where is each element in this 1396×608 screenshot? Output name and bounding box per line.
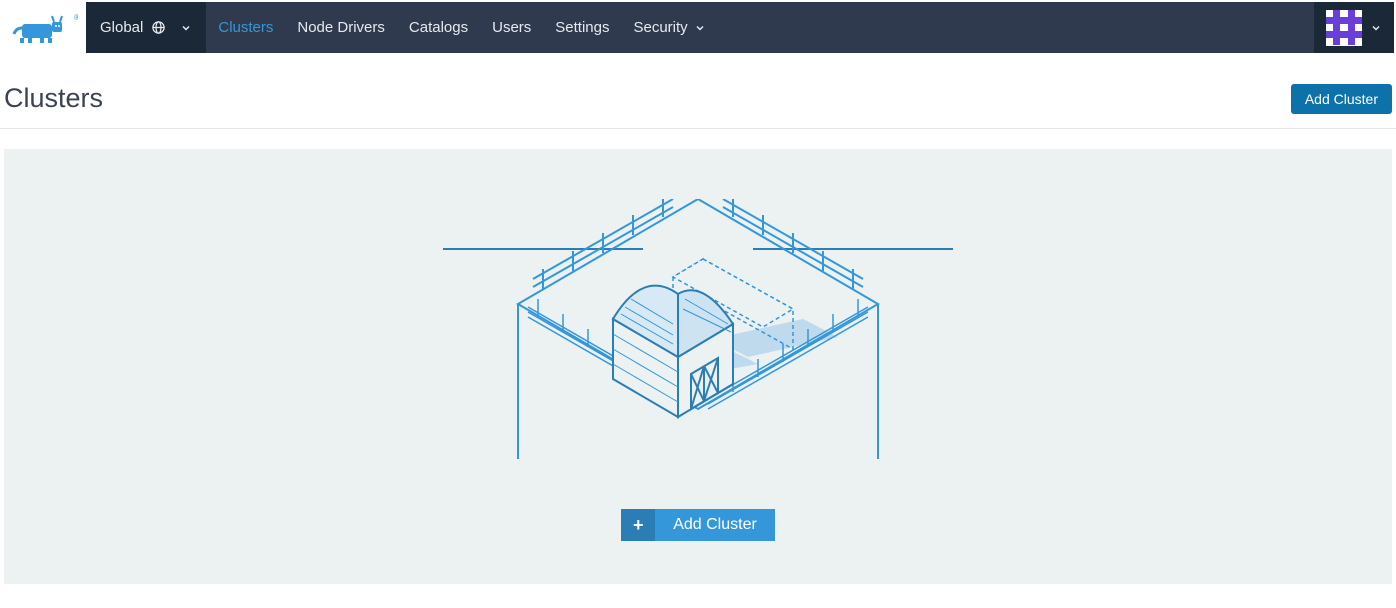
scope-selector[interactable]: Global	[86, 2, 206, 53]
nav-clusters-label: Clusters	[218, 19, 273, 36]
nav-users-label: Users	[492, 19, 531, 36]
user-avatar	[1326, 10, 1362, 46]
chevron-down-icon	[180, 22, 192, 34]
nav-settings-label: Settings	[555, 19, 609, 36]
primary-nav: Clusters Node Drivers Catalogs Users Set…	[206, 2, 717, 53]
add-cluster-button[interactable]: Add Cluster	[1291, 84, 1392, 114]
scope-label: Global	[100, 19, 143, 36]
nav-security-label: Security	[633, 19, 687, 36]
top-navbar: ® Global Clusters Node Drivers Catalogs …	[2, 2, 1394, 53]
nav-node-drivers-label: Node Drivers	[297, 19, 385, 36]
nav-users[interactable]: Users	[480, 2, 543, 53]
nav-clusters[interactable]: Clusters	[206, 2, 285, 53]
nav-catalogs-label: Catalogs	[409, 19, 468, 36]
globe-icon	[151, 20, 166, 35]
chevron-down-icon	[1370, 22, 1382, 34]
chevron-down-icon	[694, 22, 706, 34]
user-menu[interactable]	[1314, 2, 1394, 53]
plus-icon: +	[621, 509, 655, 541]
page-header: Clusters Add Cluster	[0, 55, 1396, 129]
brand-logo[interactable]: ®	[2, 2, 86, 53]
nav-settings[interactable]: Settings	[543, 2, 621, 53]
empty-add-cluster-button[interactable]: + Add Cluster	[621, 509, 775, 541]
cow-logo-icon: ®	[10, 12, 78, 44]
empty-state-panel: + Add Cluster	[4, 149, 1392, 584]
empty-state-illustration	[443, 199, 953, 459]
svg-text:®: ®	[74, 13, 78, 22]
empty-add-cluster-label: Add Cluster	[655, 509, 775, 541]
nav-catalogs[interactable]: Catalogs	[397, 2, 480, 53]
nav-node-drivers[interactable]: Node Drivers	[285, 2, 397, 53]
nav-security[interactable]: Security	[621, 2, 717, 53]
farm-illustration-icon	[443, 199, 953, 459]
page-title: Clusters	[4, 83, 103, 114]
